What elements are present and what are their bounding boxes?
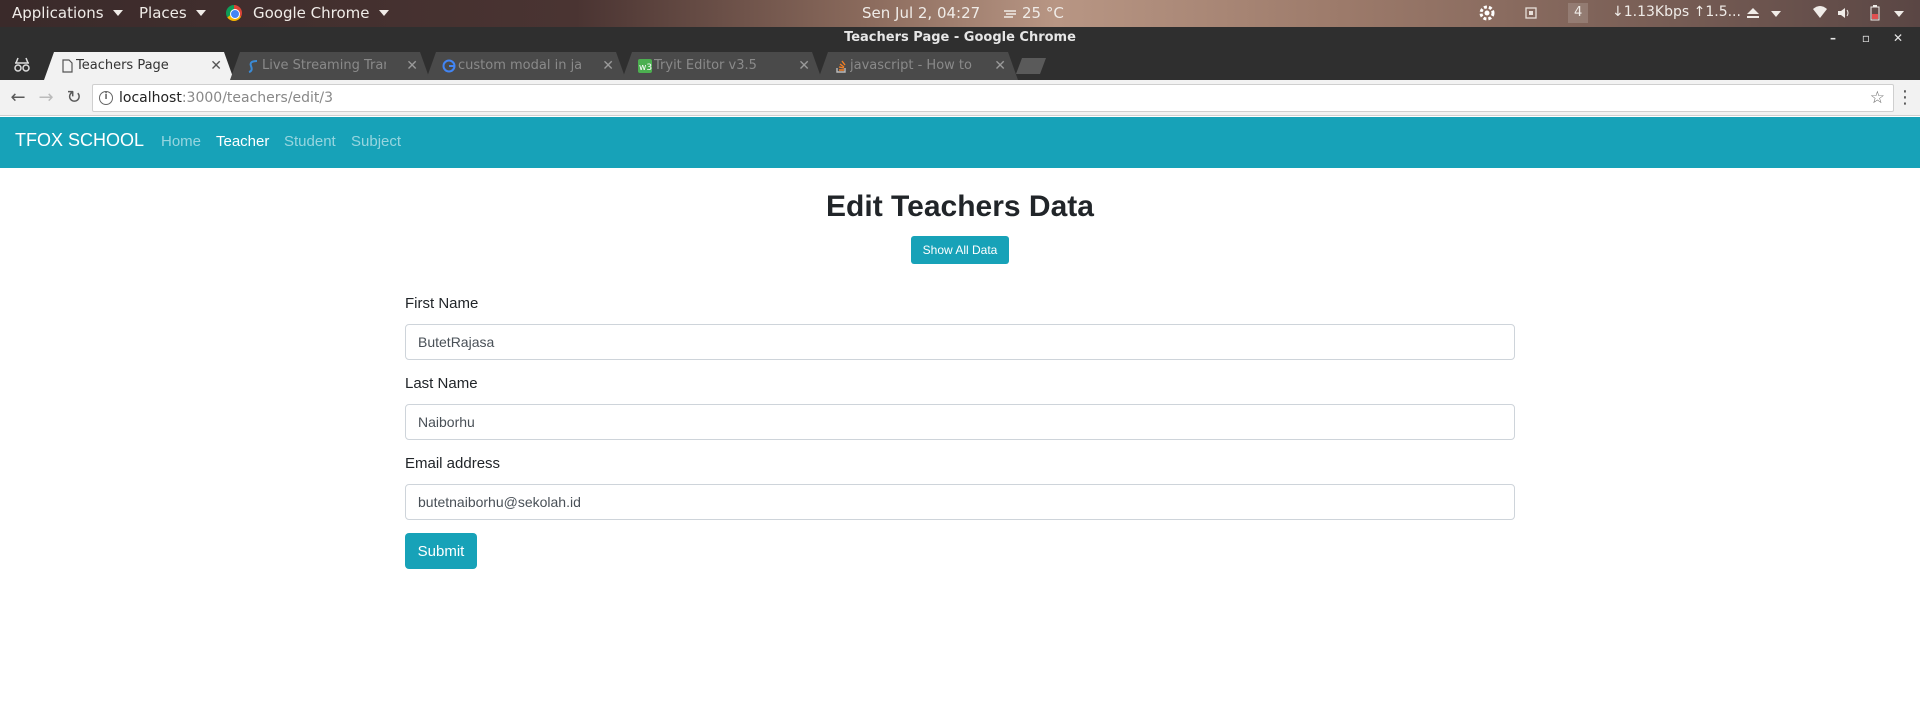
- maximize-icon[interactable]: ▫: [1855, 27, 1877, 49]
- reload-icon[interactable]: ↻: [62, 86, 86, 110]
- tab-title: custom modal in javasc: [458, 58, 582, 73]
- clock[interactable]: Sen Jul 2, 04:27: [862, 4, 980, 22]
- settings-gear-icon[interactable]: [1476, 3, 1498, 23]
- tab-live-streaming[interactable]: Live Streaming Trans T ✕: [230, 52, 430, 80]
- new-tab-button[interactable]: [1016, 58, 1046, 74]
- info-icon[interactable]: i: [99, 91, 113, 105]
- active-app-menu[interactable]: Google Chrome: [226, 4, 389, 22]
- network-speed-label: ↓1.13Kbps ↑1.5...: [1612, 4, 1741, 20]
- tab-teachers-page[interactable]: Teachers Page ✕: [44, 52, 234, 80]
- page-title: Edit Teachers Data: [826, 190, 1094, 223]
- email-label: Email address: [405, 455, 501, 472]
- window-title: Teachers Page - Google Chrome: [844, 30, 1076, 45]
- workspace-number: 4: [1574, 5, 1583, 20]
- applications-menu[interactable]: Applications: [12, 4, 123, 22]
- last-name-label: Last Name: [405, 375, 478, 392]
- window-title-bar[interactable]: Teachers Page - Google Chrome – ▫ ✕: [0, 27, 1920, 49]
- chevron-down-icon[interactable]: [1894, 11, 1904, 17]
- close-tab-icon[interactable]: ✕: [602, 52, 614, 80]
- submit-button[interactable]: Submit: [405, 533, 477, 569]
- back-arrow-icon[interactable]: ←: [6, 86, 30, 110]
- wifi-icon[interactable]: [1812, 5, 1828, 21]
- close-tab-icon[interactable]: ✕: [994, 52, 1006, 80]
- brand-logo[interactable]: TFOX SCHOOL: [15, 130, 144, 151]
- workspace-indicator[interactable]: 4: [1568, 3, 1589, 23]
- close-tab-icon[interactable]: ✕: [210, 52, 222, 80]
- browser-toolbar: ← → ↻ i localhost:3000/teachers/edit/3 ☆…: [0, 80, 1920, 116]
- close-window-icon[interactable]: ✕: [1887, 27, 1909, 49]
- forward-arrow-icon[interactable]: →: [34, 86, 58, 110]
- cpu-icon[interactable]: [1523, 5, 1539, 21]
- bookmark-star-icon[interactable]: ☆: [1870, 85, 1885, 111]
- weather-icon: [1004, 10, 1016, 18]
- battery-icon[interactable]: [1867, 5, 1883, 21]
- weather-label: 25 °C: [1022, 4, 1064, 22]
- chevron-down-icon: [112, 10, 123, 16]
- svg-text:w3: w3: [639, 63, 652, 73]
- volume-icon[interactable]: [1836, 5, 1852, 21]
- system-top-bar: Applications Places Google Chrome Sen Ju…: [0, 0, 1920, 27]
- nav-home[interactable]: Home: [161, 133, 201, 150]
- places-menu[interactable]: Places: [139, 4, 206, 22]
- chevron-down-icon[interactable]: [1771, 11, 1781, 17]
- page-icon: [60, 59, 74, 73]
- tab-strip: Teachers Page ✕ Live Streaming Trans T ✕…: [0, 49, 1920, 80]
- show-all-data-button[interactable]: Show All Data: [911, 236, 1009, 264]
- url-host: localhost: [119, 90, 182, 106]
- app-navbar: TFOX SCHOOL Home Teacher Student Subject: [0, 117, 1920, 168]
- first-name-input[interactable]: [405, 324, 1515, 360]
- tab-title: Teachers Page: [76, 58, 169, 73]
- close-tab-icon[interactable]: ✕: [406, 52, 418, 80]
- incognito-icon[interactable]: [12, 56, 32, 72]
- w3-icon: w3: [638, 59, 652, 73]
- google-g-icon: [442, 59, 456, 73]
- address-bar[interactable]: i localhost:3000/teachers/edit/3 ☆: [92, 84, 1894, 112]
- chevron-down-icon: [378, 10, 389, 16]
- active-app-label: Google Chrome: [253, 4, 370, 22]
- tab-title: Live Streaming Trans T: [262, 58, 384, 73]
- eject-icon[interactable]: [1745, 5, 1761, 21]
- url-path: :3000/teachers/edit/3: [181, 90, 334, 106]
- places-label: Places: [139, 4, 187, 22]
- tab-custom-modal[interactable]: custom modal in javasc ✕: [426, 52, 626, 80]
- tab-title: Tryit Editor v3.5: [654, 58, 757, 73]
- datetime-label: Sen Jul 2, 04:27: [862, 4, 981, 22]
- s-logo-icon: [246, 59, 260, 73]
- chevron-down-icon: [195, 10, 206, 16]
- chrome-logo-icon: [226, 5, 242, 21]
- tab-title: javascript - How to crea: [850, 58, 972, 73]
- network-speed: ↓1.13Kbps ↑1.5...: [1612, 4, 1741, 20]
- email-input[interactable]: [405, 484, 1515, 520]
- weather-indicator[interactable]: 25 °C: [1003, 4, 1064, 22]
- minimize-icon[interactable]: –: [1822, 27, 1844, 49]
- stackoverflow-icon: [834, 59, 848, 73]
- nav-student[interactable]: Student: [284, 133, 336, 150]
- tab-tryit-editor[interactable]: w3 Tryit Editor v3.5 ✕: [622, 52, 822, 80]
- nav-subject[interactable]: Subject: [351, 133, 401, 150]
- nav-teacher[interactable]: Teacher: [216, 133, 269, 150]
- last-name-input[interactable]: [405, 404, 1515, 440]
- close-tab-icon[interactable]: ✕: [798, 52, 810, 80]
- chrome-menu-icon[interactable]: ⋮: [1896, 86, 1914, 110]
- applications-label: Applications: [12, 4, 104, 22]
- tab-stackoverflow[interactable]: javascript - How to crea ✕: [818, 52, 1018, 80]
- first-name-label: First Name: [405, 295, 479, 312]
